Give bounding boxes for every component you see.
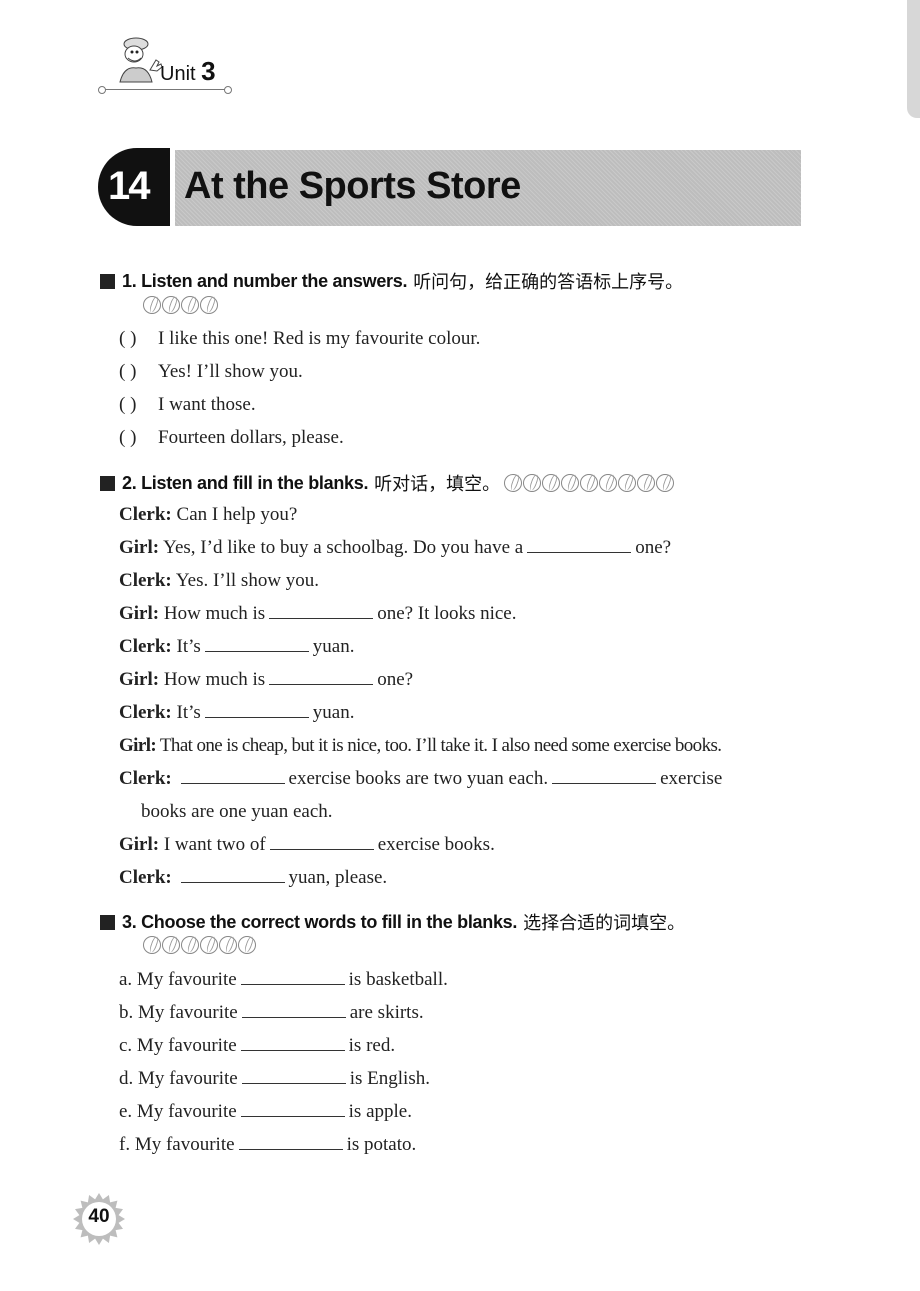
basketball-icon bbox=[219, 936, 237, 954]
list-item: c. My favourite is red. bbox=[119, 1035, 396, 1056]
dialogue-line: Girl: I want two of exercise books. bbox=[119, 834, 495, 855]
basketball-icon bbox=[637, 474, 656, 492]
basketball-icon bbox=[618, 474, 637, 492]
answer-blank[interactable] bbox=[180, 881, 285, 883]
unit-label: Unit 3 bbox=[160, 56, 216, 86]
section-marker-icon bbox=[100, 475, 115, 491]
basketball-icon bbox=[542, 474, 561, 492]
mascot-icon bbox=[119, 37, 163, 83]
list-item: ( ) I like this one! Red is my favourite … bbox=[119, 328, 481, 349]
section-2-rating bbox=[504, 474, 675, 492]
answer-blank[interactable] bbox=[204, 650, 309, 652]
unit-header: Unit 3 bbox=[98, 34, 233, 94]
basketball-icon bbox=[143, 936, 161, 954]
dialogue-line: Clerk: yuan, please. bbox=[119, 867, 388, 888]
answer-blank[interactable] bbox=[204, 716, 309, 718]
section-1-rating bbox=[143, 296, 218, 314]
section-3-heading: 3. Choose the correct words to fill in t… bbox=[100, 909, 685, 935]
basketball-icon bbox=[599, 474, 618, 492]
list-item: ( ) Yes! I’ll show you. bbox=[119, 361, 303, 382]
dialogue-continuation: books are one yuan each. bbox=[141, 801, 333, 822]
answer-blank[interactable] bbox=[180, 782, 285, 784]
unit-line-dot-right bbox=[224, 86, 232, 94]
basketball-icon bbox=[200, 936, 218, 954]
list-item: ( ) I want those. bbox=[119, 394, 256, 415]
dialogue-line: Clerk: Yes. I’ll show you. bbox=[119, 570, 320, 591]
basketball-icon bbox=[561, 474, 580, 492]
dialogue-line: Clerk: exercise books are two yuan each.… bbox=[119, 768, 723, 789]
basketball-icon bbox=[656, 474, 675, 492]
answer-blank[interactable] bbox=[269, 848, 374, 850]
basketball-icon bbox=[143, 296, 161, 314]
answer-blank[interactable] bbox=[269, 683, 374, 685]
answer-blank[interactable] bbox=[240, 1049, 345, 1051]
dialogue-line: Girl: How much is one? bbox=[119, 669, 414, 690]
dialogue-line: Clerk: Can I help you? bbox=[119, 504, 298, 525]
dialogue-line: Girl: How much is one? It looks nice. bbox=[119, 603, 517, 624]
answer-blank[interactable] bbox=[269, 617, 374, 619]
lesson-number: 14 bbox=[108, 164, 150, 208]
answer-blank[interactable] bbox=[527, 551, 632, 553]
list-item: f. My favourite is potato. bbox=[119, 1134, 417, 1155]
basketball-icon bbox=[238, 936, 256, 954]
answer-blank[interactable] bbox=[240, 983, 345, 985]
basketball-icon bbox=[523, 474, 542, 492]
basketball-icon bbox=[162, 296, 180, 314]
page-edge-tab bbox=[907, 0, 920, 118]
answer-blank[interactable] bbox=[238, 1148, 343, 1150]
section-2-heading: 2. Listen and fill in the blanks. 听对话，填空… bbox=[100, 470, 675, 496]
page-number: 40 bbox=[88, 1206, 110, 1227]
page-number-badge: 40 bbox=[72, 1192, 126, 1246]
unit-underline bbox=[102, 89, 227, 90]
list-item: a. My favourite is basketball. bbox=[119, 969, 448, 990]
section-marker-icon bbox=[100, 273, 115, 289]
list-item: d. My favourite is English. bbox=[119, 1068, 430, 1089]
section-1-heading: 1. Listen and number the answers. 听问句，给正… bbox=[100, 268, 683, 294]
basketball-icon bbox=[181, 296, 199, 314]
unit-line-dot-left bbox=[98, 86, 106, 94]
basketball-icon bbox=[181, 936, 199, 954]
dialogue-line: Girl: That one is cheap, but it is nice,… bbox=[119, 735, 722, 756]
answer-blank[interactable] bbox=[240, 1115, 345, 1117]
lesson-title: At the Sports Store bbox=[184, 165, 521, 207]
basketball-icon bbox=[162, 936, 180, 954]
list-item: b. My favourite are skirts. bbox=[119, 1002, 424, 1023]
section-marker-icon bbox=[100, 914, 115, 930]
list-item: e. My favourite is apple. bbox=[119, 1101, 412, 1122]
list-item: ( ) Fourteen dollars, please. bbox=[119, 427, 344, 448]
answer-blank[interactable] bbox=[241, 1082, 346, 1084]
basketball-icon bbox=[580, 474, 599, 492]
dialogue-line: Clerk: It’s yuan. bbox=[119, 702, 355, 723]
dialogue-line: Clerk: It’s yuan. bbox=[119, 636, 355, 657]
section-3-rating bbox=[143, 936, 256, 954]
answer-blank[interactable] bbox=[552, 782, 657, 784]
basketball-icon bbox=[200, 296, 218, 314]
dialogue-line: Girl: Yes, I’d like to buy a schoolbag. … bbox=[119, 537, 672, 558]
basketball-icon bbox=[504, 474, 523, 492]
answer-blank[interactable] bbox=[241, 1016, 346, 1018]
